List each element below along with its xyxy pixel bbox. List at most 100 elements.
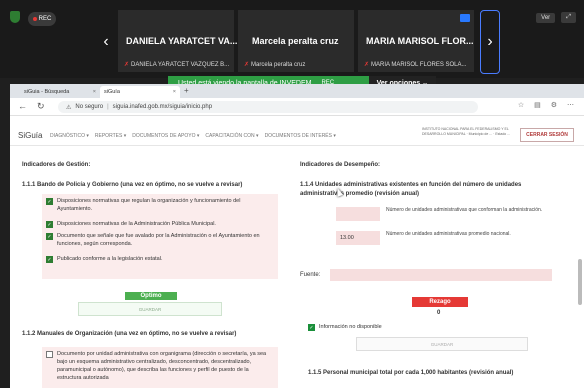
criterion-text: Disposiciones normativas que regulan la … [57, 198, 241, 212]
close-icon[interactable]: × [93, 89, 96, 95]
participant-footer: ✗ Marcela peralta cruz [244, 61, 305, 68]
performance-indicators: Indicadores de Desempeño: 1.1.4 Unidades… [300, 147, 570, 388]
question-title: 1.1.2 Manuales de Organización (una vez … [22, 331, 237, 337]
admin-units-input[interactable] [336, 207, 380, 221]
menu-icon[interactable] [460, 14, 470, 22]
section-title: Indicadores de Desempeño: [300, 162, 381, 168]
criterion-row[interactable]: ✓ Documento que señale que fue avalado p… [46, 232, 274, 248]
checkbox-checked[interactable]: ✓ [46, 256, 53, 263]
screen: REC ‹ DANIELA YARATCET VA... ✗ DANIELA YA… [0, 0, 584, 388]
criterion-text: Disposiciones normativas de la Administr… [57, 221, 216, 227]
site-menu: DIAGNÓSTICO ▾ REPORTES ▾ DOCUMENTOS DE A… [50, 133, 336, 139]
checkbox-checked[interactable]: ✓ [46, 221, 53, 228]
fullscreen-icon[interactable]: ⤢ [561, 12, 576, 23]
nav-buttons: ← ↻ [18, 101, 45, 112]
browser-window: siGuia - Búsqueda × siGuía × + ← ↻ ⚠ No … [10, 84, 584, 388]
view-controls: Ver ⤢ [536, 12, 576, 23]
address-bar[interactable]: ⚠ No seguro | siguia.inafed.gob.mx/sigui… [58, 101, 478, 113]
mic-muted-icon: ✗ [124, 62, 130, 68]
tab-label: siGuía [104, 89, 120, 95]
no-info-label: Información no disponible [319, 324, 382, 330]
security-label: No seguro [75, 104, 104, 110]
logout-button[interactable]: CERRAR SESIÓN [520, 128, 574, 142]
status-badge-rezago: Rezago [412, 297, 468, 307]
tab-label: siGuia - Búsqueda [24, 89, 70, 95]
chevron-right-icon: › [487, 33, 493, 50]
shield-icon [10, 11, 20, 23]
participant-footer-name: Marcela peralta cruz [251, 62, 306, 68]
checkbox-checked[interactable]: ✓ [46, 198, 53, 205]
site-navbar: SiGuía DIAGNÓSTICO ▾ REPORTES ▾ DOCUMENT… [10, 124, 584, 146]
rec-indicator: REC [28, 12, 56, 26]
checkbox-checked[interactable]: ✓ [46, 233, 53, 240]
criterion-text: Documento que señale que fue avalado por… [57, 233, 260, 247]
source-label: Fuente: [300, 272, 321, 278]
save-button[interactable]: GUARDAR [356, 337, 528, 351]
criterion-text: Documento por unidad administrativa con … [57, 351, 267, 381]
menu-item[interactable]: DIAGNÓSTICO ▾ [50, 133, 89, 139]
participant-name: MARIA MARISOL FLOR... [366, 36, 474, 46]
rec-label: REC [38, 16, 52, 22]
question-title: 1.1.1 Bando de Policía y Gobierno (una v… [22, 182, 243, 188]
status-badge-optimo: Óptimo [125, 292, 177, 300]
close-icon[interactable]: × [173, 89, 176, 95]
participant-footer-name: DANIELA YARATCET VAZQUEZ B... [131, 62, 230, 68]
menu-item[interactable]: CAPACITACIÓN CON ▾ [205, 133, 258, 139]
criterion-row[interactable]: ✓ Disposiciones normativas que regulan l… [46, 197, 274, 213]
participant-footer: ✗ MARIA MARISOL FLORES SOLA... [364, 61, 467, 68]
meeting-top-bar: REC ‹ DANIELA YARATCET VA... ✗ DANIELA YA… [0, 0, 584, 78]
back-icon[interactable]: ← [18, 101, 27, 112]
scrollbar[interactable] [578, 259, 582, 305]
section-title: Indicadores de Gestión: [22, 162, 91, 168]
criterion-text: Publicado conforme a la legislación esta… [57, 256, 163, 262]
warning-icon: ⚠ [66, 104, 72, 111]
national-average-input[interactable]: 13.00 [336, 231, 380, 245]
no-info-row[interactable]: ✓ Información no disponible [308, 323, 508, 331]
management-indicators: Indicadores de Gestión: 1.1.1 Bando de P… [22, 147, 284, 388]
participant-footer: ✗ DANIELA YARATCET VAZQUEZ B... [124, 61, 229, 68]
checkbox-unchecked[interactable] [46, 351, 53, 358]
menu-item[interactable]: DOCUMENTOS DE INTERÉS ▾ [265, 133, 336, 139]
mic-muted-icon: ✗ [364, 62, 370, 68]
tab-strip: siGuia - Búsqueda × siGuía × + [10, 84, 584, 98]
favorite-icon[interactable]: ☆ [518, 101, 524, 109]
separator: | [107, 104, 109, 110]
prev-participants-button[interactable]: ‹ [96, 10, 116, 74]
next-participants-button[interactable]: › [480, 10, 500, 74]
tab-search[interactable]: siGuia - Búsqueda × [20, 86, 100, 98]
view-button[interactable]: Ver [536, 12, 556, 23]
result-value: 0 [437, 310, 441, 316]
extensions-icon[interactable]: ⚙ [551, 101, 557, 109]
reload-icon[interactable]: ↻ [37, 101, 45, 112]
source-input[interactable] [330, 269, 552, 281]
record-dot-icon [32, 17, 37, 21]
site-brand[interactable]: SiGuía [18, 131, 42, 140]
criterion-row[interactable]: ✓ Disposiciones normativas de la Adminis… [46, 220, 274, 228]
participant-name: Marcela peralta cruz [252, 36, 339, 46]
save-button[interactable]: GUARDAR [78, 302, 222, 316]
browser-toolbar: ☆ ▤ ⚙ ⋯ [518, 101, 574, 109]
url-text: siguia.inafed.gob.mx/siguia/inicio.php [112, 104, 213, 110]
mic-muted-icon: ✗ [244, 62, 250, 68]
national-average-label: Número de unidades administrativas prome… [386, 231, 511, 237]
question-title: 1.1.5 Personal municipal total por cada … [308, 370, 514, 376]
chevron-left-icon: ‹ [103, 33, 109, 50]
participant-tile[interactable]: MARIA MARISOL FLOR... ✗ MARIA MARISOL FLO… [358, 10, 474, 72]
tab-siguia[interactable]: siGuía × [100, 86, 180, 98]
new-tab-icon[interactable]: + [184, 86, 189, 95]
participant-tile[interactable]: Marcela peralta cruz ✗ Marcela peralta cr… [238, 10, 354, 72]
participant-name: DANIELA YARATCET VA... [126, 36, 238, 46]
checkbox-checked[interactable]: ✓ [308, 324, 315, 331]
menu-item[interactable]: DOCUMENTOS DE APOYO ▾ [132, 133, 199, 139]
participant-footer-name: MARIA MARISOL FLORES SOLA... [371, 62, 467, 68]
participant-tile[interactable]: DANIELA YARATCET VA... ✗ DANIELA YARATCET… [118, 10, 238, 72]
criterion-row[interactable]: Documento por unidad administrativa con … [46, 350, 274, 382]
menu-item[interactable]: REPORTES ▾ [95, 133, 126, 139]
more-icon[interactable]: ⋯ [567, 101, 574, 109]
admin-units-label: Número de unidades administrativas que c… [386, 207, 543, 213]
collections-icon[interactable]: ▤ [534, 101, 541, 109]
page-content: Indicadores de Gestión: 1.1.1 Bando de P… [10, 147, 584, 388]
address-row: ← ↻ ⚠ No seguro | siguia.inafed.gob.mx/s… [10, 98, 584, 116]
criterion-row[interactable]: ✓ Publicado conforme a la legislación es… [46, 255, 274, 263]
organization-info: INSTITUTO NACIONAL PARA EL FEDERALISMO Y… [422, 127, 511, 136]
